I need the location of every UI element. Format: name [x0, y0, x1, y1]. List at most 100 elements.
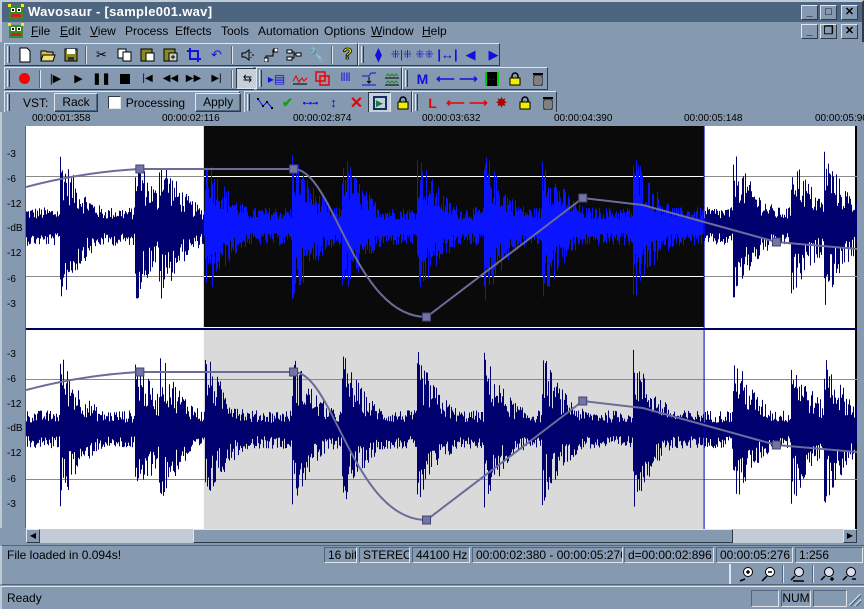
menu-help[interactable]: Help: [422, 24, 447, 38]
record-button[interactable]: [13, 68, 36, 89]
envelope-point[interactable]: [422, 312, 432, 322]
toolbar-grip[interactable]: [361, 46, 364, 63]
toolbar-grip[interactable]: [247, 94, 250, 111]
envelope-point[interactable]: [578, 193, 588, 203]
snap-right-button[interactable]: ⁜⁜: [413, 44, 436, 65]
save-button[interactable]: [59, 44, 82, 65]
threshold-button[interactable]: [357, 68, 380, 89]
toolbar-grip[interactable]: [405, 70, 408, 87]
go-start-button[interactable]: |◀: [136, 68, 159, 89]
zoom-wave-button[interactable]: ⧫: [367, 44, 390, 65]
pause-button[interactable]: ❚❚: [90, 68, 113, 89]
crop-button[interactable]: [182, 44, 205, 65]
vst-apply-button[interactable]: Apply: [195, 93, 242, 112]
network-button[interactable]: [282, 44, 305, 65]
envelope-point[interactable]: [135, 164, 145, 174]
envelope-point[interactable]: [771, 440, 781, 450]
envelope-button[interactable]: [288, 68, 311, 89]
loop-lock-button[interactable]: [513, 92, 536, 113]
scroll-left-button[interactable]: ◀: [26, 529, 40, 543]
spectrum-button[interactable]: [380, 68, 403, 89]
next-marker-button[interactable]: ▶: [482, 44, 505, 65]
menu-process[interactable]: Process: [125, 24, 168, 38]
paste-button[interactable]: [136, 44, 159, 65]
mdi-minimize-button[interactable]: _: [801, 24, 818, 39]
stop-button[interactable]: [113, 68, 136, 89]
waveform-canvas[interactable]: [25, 126, 858, 530]
toolbar-grip[interactable]: [7, 46, 10, 63]
volume-button[interactable]: [236, 44, 259, 65]
envelope-point[interactable]: [289, 164, 299, 174]
delete-automation-button[interactable]: ✕: [345, 92, 368, 113]
processing-check-box[interactable]: [107, 96, 121, 109]
marker-lock-button[interactable]: [503, 68, 526, 89]
toolbar-grip[interactable]: [415, 94, 418, 111]
envelope-point[interactable]: [578, 396, 588, 406]
rewind-button[interactable]: ◀◀: [159, 68, 182, 89]
menu-automation[interactable]: Automation: [258, 24, 319, 38]
check-button[interactable]: ✔: [276, 92, 299, 113]
zoom-out-vertical-button[interactable]: [839, 564, 861, 584]
mdi-close-button[interactable]: ✕: [841, 24, 858, 39]
vertical-move-button[interactable]: ↕: [322, 92, 345, 113]
insert-marker-button[interactable]: ▸▤: [265, 68, 288, 89]
selection-bounds-button[interactable]: |↔|: [436, 44, 459, 65]
line-points-button[interactable]: •-•-•: [299, 92, 322, 113]
processing-checkbox[interactable]: Processing: [107, 96, 185, 110]
envelope-point[interactable]: [135, 367, 145, 377]
loop-l-button[interactable]: L: [421, 92, 444, 113]
menu-window[interactable]: Window: [371, 24, 414, 38]
menu-edit[interactable]: Edit: [60, 24, 81, 38]
prev-marker-button[interactable]: ◀: [459, 44, 482, 65]
cut-button[interactable]: ✂: [90, 44, 113, 65]
toolbar-grip[interactable]: [7, 70, 10, 87]
help-button[interactable]: ?: [336, 44, 359, 65]
region-button[interactable]: [311, 68, 334, 89]
new-file-button[interactable]: [13, 44, 36, 65]
node-button[interactable]: [259, 44, 282, 65]
zoom-selection-button[interactable]: [787, 564, 809, 584]
scroll-right-button[interactable]: ▶: [843, 529, 857, 543]
envelope-point[interactable]: [289, 367, 299, 377]
go-end-button[interactable]: ▶|: [205, 68, 228, 89]
copy-button[interactable]: [113, 44, 136, 65]
toolbar-grip[interactable]: [259, 70, 262, 87]
resize-grip[interactable]: [849, 594, 861, 606]
marker-delete-button[interactable]: [526, 68, 549, 89]
loop-next-button[interactable]: ⟶: [467, 92, 490, 113]
envelope-point[interactable]: [422, 515, 432, 525]
play-automation-toggle[interactable]: ▶: [368, 92, 391, 113]
maximize-button[interactable]: □: [820, 5, 837, 20]
loop-clear-button[interactable]: ✸: [490, 92, 513, 113]
paste-mix-button[interactable]: [159, 44, 182, 65]
zoom-in-vertical-button[interactable]: [817, 564, 839, 584]
menu-effects[interactable]: Effects: [175, 24, 211, 38]
loop-prev-button[interactable]: ⟵: [444, 92, 467, 113]
menu-file[interactable]: File: [31, 24, 50, 38]
zoom-out-button[interactable]: [757, 564, 779, 584]
menu-options[interactable]: Options: [324, 24, 365, 38]
open-button[interactable]: [36, 44, 59, 65]
envelope-point[interactable]: [771, 237, 781, 247]
waveform-view[interactable]: [25, 126, 858, 530]
snap-left-button[interactable]: ⁜|⁜: [390, 44, 413, 65]
toolbar-grip[interactable]: [7, 94, 10, 111]
undo-button[interactable]: ↶: [205, 44, 228, 65]
play-button[interactable]: ▶: [67, 68, 90, 89]
horizontal-scrollbar[interactable]: ◀ ▶: [26, 529, 857, 543]
zoom-in-button[interactable]: [735, 564, 757, 584]
marker-next-button[interactable]: ⟶: [457, 68, 480, 89]
scroll-thumb[interactable]: [193, 529, 733, 543]
loop-delete-button[interactable]: [536, 92, 559, 113]
minimize-button[interactable]: _: [801, 5, 818, 20]
marker-prev-button[interactable]: ⟵: [434, 68, 457, 89]
settings-button[interactable]: 🔧: [305, 44, 328, 65]
marker-button[interactable]: M: [411, 68, 434, 89]
menu-view[interactable]: View: [90, 24, 116, 38]
slice-button[interactable]: ⦀⦀: [334, 68, 357, 89]
time-ruler[interactable]: 00:00:01:358 00:00:02:116 00:00:02:874 0…: [0, 112, 864, 126]
envelope-points-button[interactable]: [253, 92, 276, 113]
marker-select-button[interactable]: ↔: [480, 68, 503, 89]
automation-lock-button[interactable]: [391, 92, 414, 113]
close-button[interactable]: ✕: [841, 5, 858, 20]
